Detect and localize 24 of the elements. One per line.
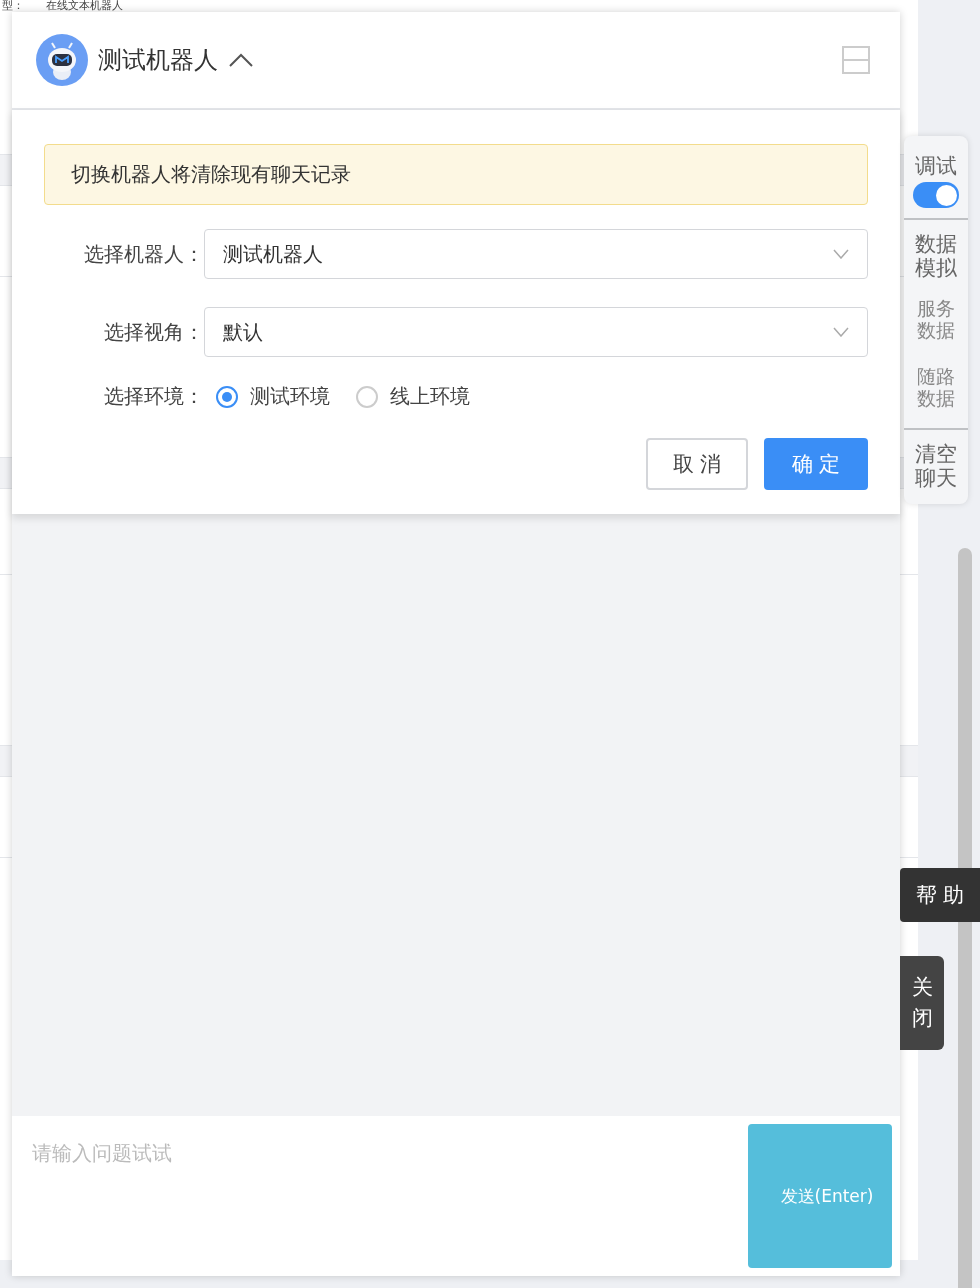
select-field[interactable]: 默认 bbox=[204, 307, 868, 357]
radio-option[interactable]: 线上环境 bbox=[356, 383, 470, 410]
cancel-button[interactable]: 取 消 bbox=[646, 438, 748, 490]
radio-option[interactable]: 测试环境 bbox=[216, 383, 330, 410]
select-field[interactable]: 测试机器人 bbox=[204, 229, 868, 279]
field-label: 选择环境： bbox=[103, 383, 204, 410]
chevron-up-icon[interactable] bbox=[228, 52, 254, 68]
caret-icon bbox=[833, 327, 849, 337]
field-label: 选择机器人： bbox=[83, 240, 204, 268]
radio-icon[interactable] bbox=[356, 385, 378, 408]
caret-icon bbox=[833, 249, 849, 259]
field-label: 型： bbox=[2, 0, 24, 12]
field-label: 选择视角： bbox=[103, 318, 204, 346]
clear-chat-button[interactable]: 清空聊天 bbox=[915, 441, 957, 491]
robot-avatar-icon bbox=[36, 34, 88, 86]
debug-switch[interactable] bbox=[913, 182, 959, 209]
field-value: 在线文本机器人 bbox=[46, 0, 123, 12]
help-tab[interactable]: 帮 助 bbox=[900, 868, 980, 922]
warning-message: 切换机器人将清除现有聊天记录 bbox=[44, 144, 868, 205]
group-heading: 数据模拟 bbox=[915, 232, 957, 281]
debug-label: 调试 bbox=[915, 154, 957, 179]
close-tab[interactable]: 关闭 bbox=[900, 956, 944, 1050]
radio-icon[interactable] bbox=[216, 385, 238, 408]
bot-name: 测试机器人 bbox=[98, 45, 218, 76]
